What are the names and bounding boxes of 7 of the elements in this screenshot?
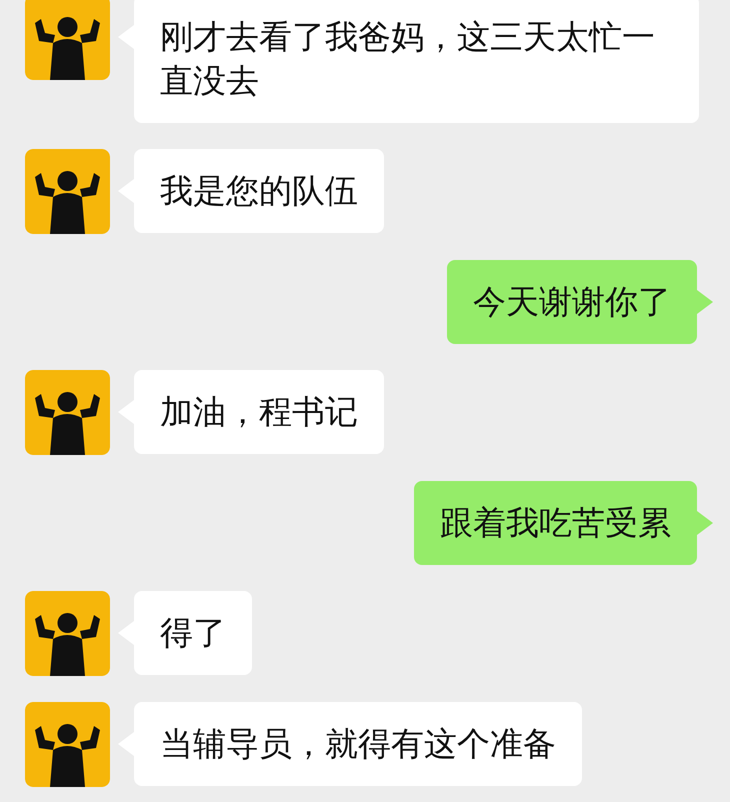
bubble-tail bbox=[697, 290, 713, 314]
avatar-icon[interactable] bbox=[25, 0, 110, 80]
avatar-icon[interactable] bbox=[25, 591, 110, 676]
avatar-icon[interactable] bbox=[25, 702, 110, 787]
avatar-icon[interactable] bbox=[25, 370, 110, 455]
avatar-icon[interactable] bbox=[25, 149, 110, 234]
bubble-tail bbox=[697, 511, 713, 535]
